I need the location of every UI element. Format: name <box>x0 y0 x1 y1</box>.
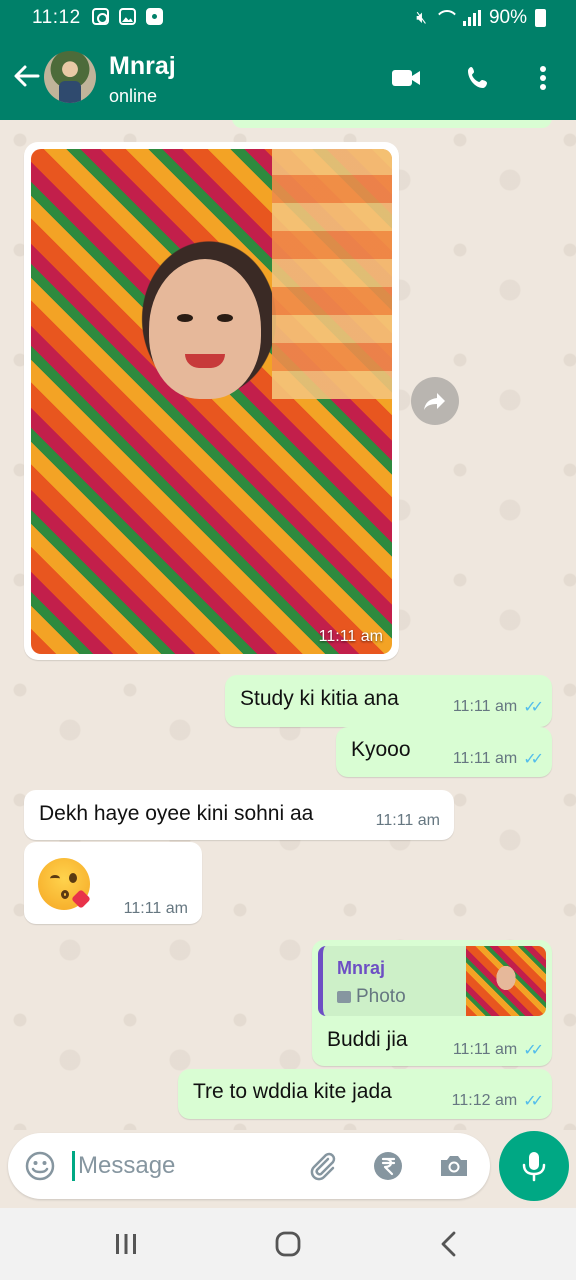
signal-icon <box>462 10 481 26</box>
contact-name[interactable]: Mnraj <box>109 52 176 81</box>
back-icon[interactable] <box>430 1228 470 1260</box>
system-navigation-bar <box>0 1208 576 1280</box>
wifi-icon <box>435 10 455 26</box>
avatar[interactable] <box>44 51 96 103</box>
back-arrow-icon[interactable] <box>12 62 40 90</box>
message-text: Kyooo <box>351 738 411 761</box>
message-meta: 11:11 am ✓✓ <box>452 1040 544 1060</box>
message-text: Study ki kitia ana <box>240 687 399 710</box>
contact-status: online <box>109 86 158 106</box>
message-time: 11:11 am <box>452 1041 518 1058</box>
camera-icon[interactable] <box>438 1150 470 1182</box>
voice-call-icon[interactable] <box>464 64 496 92</box>
message-meta: 11:11 am <box>124 900 188 918</box>
message-text: Dekh haye oyee kini sohni aa <box>39 802 314 825</box>
battery-icon <box>535 9 546 27</box>
gallery-icon <box>119 8 136 25</box>
outgoing-message[interactable]: Kyooo 11:11 am ✓✓ <box>336 727 552 777</box>
message-time: 11:11 am <box>452 750 518 767</box>
message-meta: 11:11 am ✓✓ <box>452 749 544 769</box>
text-caret <box>72 1151 75 1181</box>
read-ticks-icon: ✓✓ <box>523 751 544 768</box>
instagram-icon <box>92 8 109 25</box>
incoming-emoji-message[interactable]: 11:11 am <box>24 842 202 924</box>
message-time: 11:12 am <box>451 1092 518 1109</box>
attach-icon[interactable] <box>306 1150 338 1182</box>
app-notification-icon <box>146 8 163 25</box>
recent-apps-icon[interactable] <box>106 1228 146 1260</box>
status-time: 11:12 <box>32 7 81 28</box>
chat-area[interactable]: 11:11 am Study ki kitia ana 11:11 am ✓✓ … <box>0 120 576 1130</box>
read-ticks-icon: ✓✓ <box>523 1093 544 1110</box>
read-ticks-icon: ✓✓ <box>523 1042 544 1059</box>
quoted-type: Photo <box>337 986 406 1008</box>
message-text: Buddi jia <box>327 1028 408 1051</box>
mic-button[interactable] <box>499 1131 569 1201</box>
message-input[interactable] <box>78 1145 288 1187</box>
chat-header: 11:12 🔇︎ 90% Mnraj online <box>0 0 576 120</box>
quoted-message[interactable]: Mnraj Photo <box>318 946 546 1016</box>
previous-message-edge <box>232 120 552 128</box>
read-ticks-icon: ✓✓ <box>523 699 544 716</box>
outgoing-message[interactable]: Study ki kitia ana 11:11 am ✓✓ <box>225 675 552 727</box>
status-right-icons: 🔇︎ 90% <box>416 7 546 29</box>
status-bar: 11:12 🔇︎ 90% <box>0 0 576 36</box>
mute-icon: 🔇︎ <box>416 8 427 27</box>
quoted-photo-thumbnail <box>466 946 546 1016</box>
message-time: 11:11 am <box>375 812 440 829</box>
message-text: Tre to wddia kite jada <box>193 1080 392 1103</box>
message-time: 11:11 am <box>452 698 518 715</box>
more-options-icon[interactable] <box>527 64 559 92</box>
incoming-message[interactable]: Dekh haye oyee kini sohni aa 11:11 am <box>24 790 454 840</box>
emoji-icon[interactable] <box>24 1150 56 1182</box>
image-message[interactable]: 11:11 am <box>24 142 399 660</box>
outgoing-reply-message[interactable]: Mnraj Photo Buddi jia 11:11 am ✓✓ <box>312 940 552 1066</box>
video-call-icon[interactable] <box>390 64 422 92</box>
message-time: 11:11 am <box>318 628 383 645</box>
shared-photo[interactable] <box>31 149 392 654</box>
message-composer <box>8 1133 490 1199</box>
battery-percent: 90% <box>488 7 527 28</box>
message-meta: 11:11 am <box>376 812 440 830</box>
rupee-payment-icon[interactable] <box>372 1150 404 1182</box>
status-left-icons <box>92 8 163 25</box>
mic-icon <box>522 1152 546 1182</box>
quoted-author: Mnraj <box>337 958 386 978</box>
home-icon[interactable] <box>268 1228 308 1260</box>
forward-button[interactable] <box>411 377 459 425</box>
outgoing-message[interactable]: Tre to wddia kite jada 11:12 am ✓✓ <box>178 1069 552 1119</box>
forward-icon <box>424 393 445 410</box>
message-meta: 11:11 am ✓✓ <box>452 697 544 717</box>
message-time: 11:11 am <box>123 900 188 917</box>
message-meta: 11:12 am ✓✓ <box>451 1091 544 1111</box>
kissing-face-heart-emoji <box>38 858 91 910</box>
photo-icon <box>337 991 351 1003</box>
